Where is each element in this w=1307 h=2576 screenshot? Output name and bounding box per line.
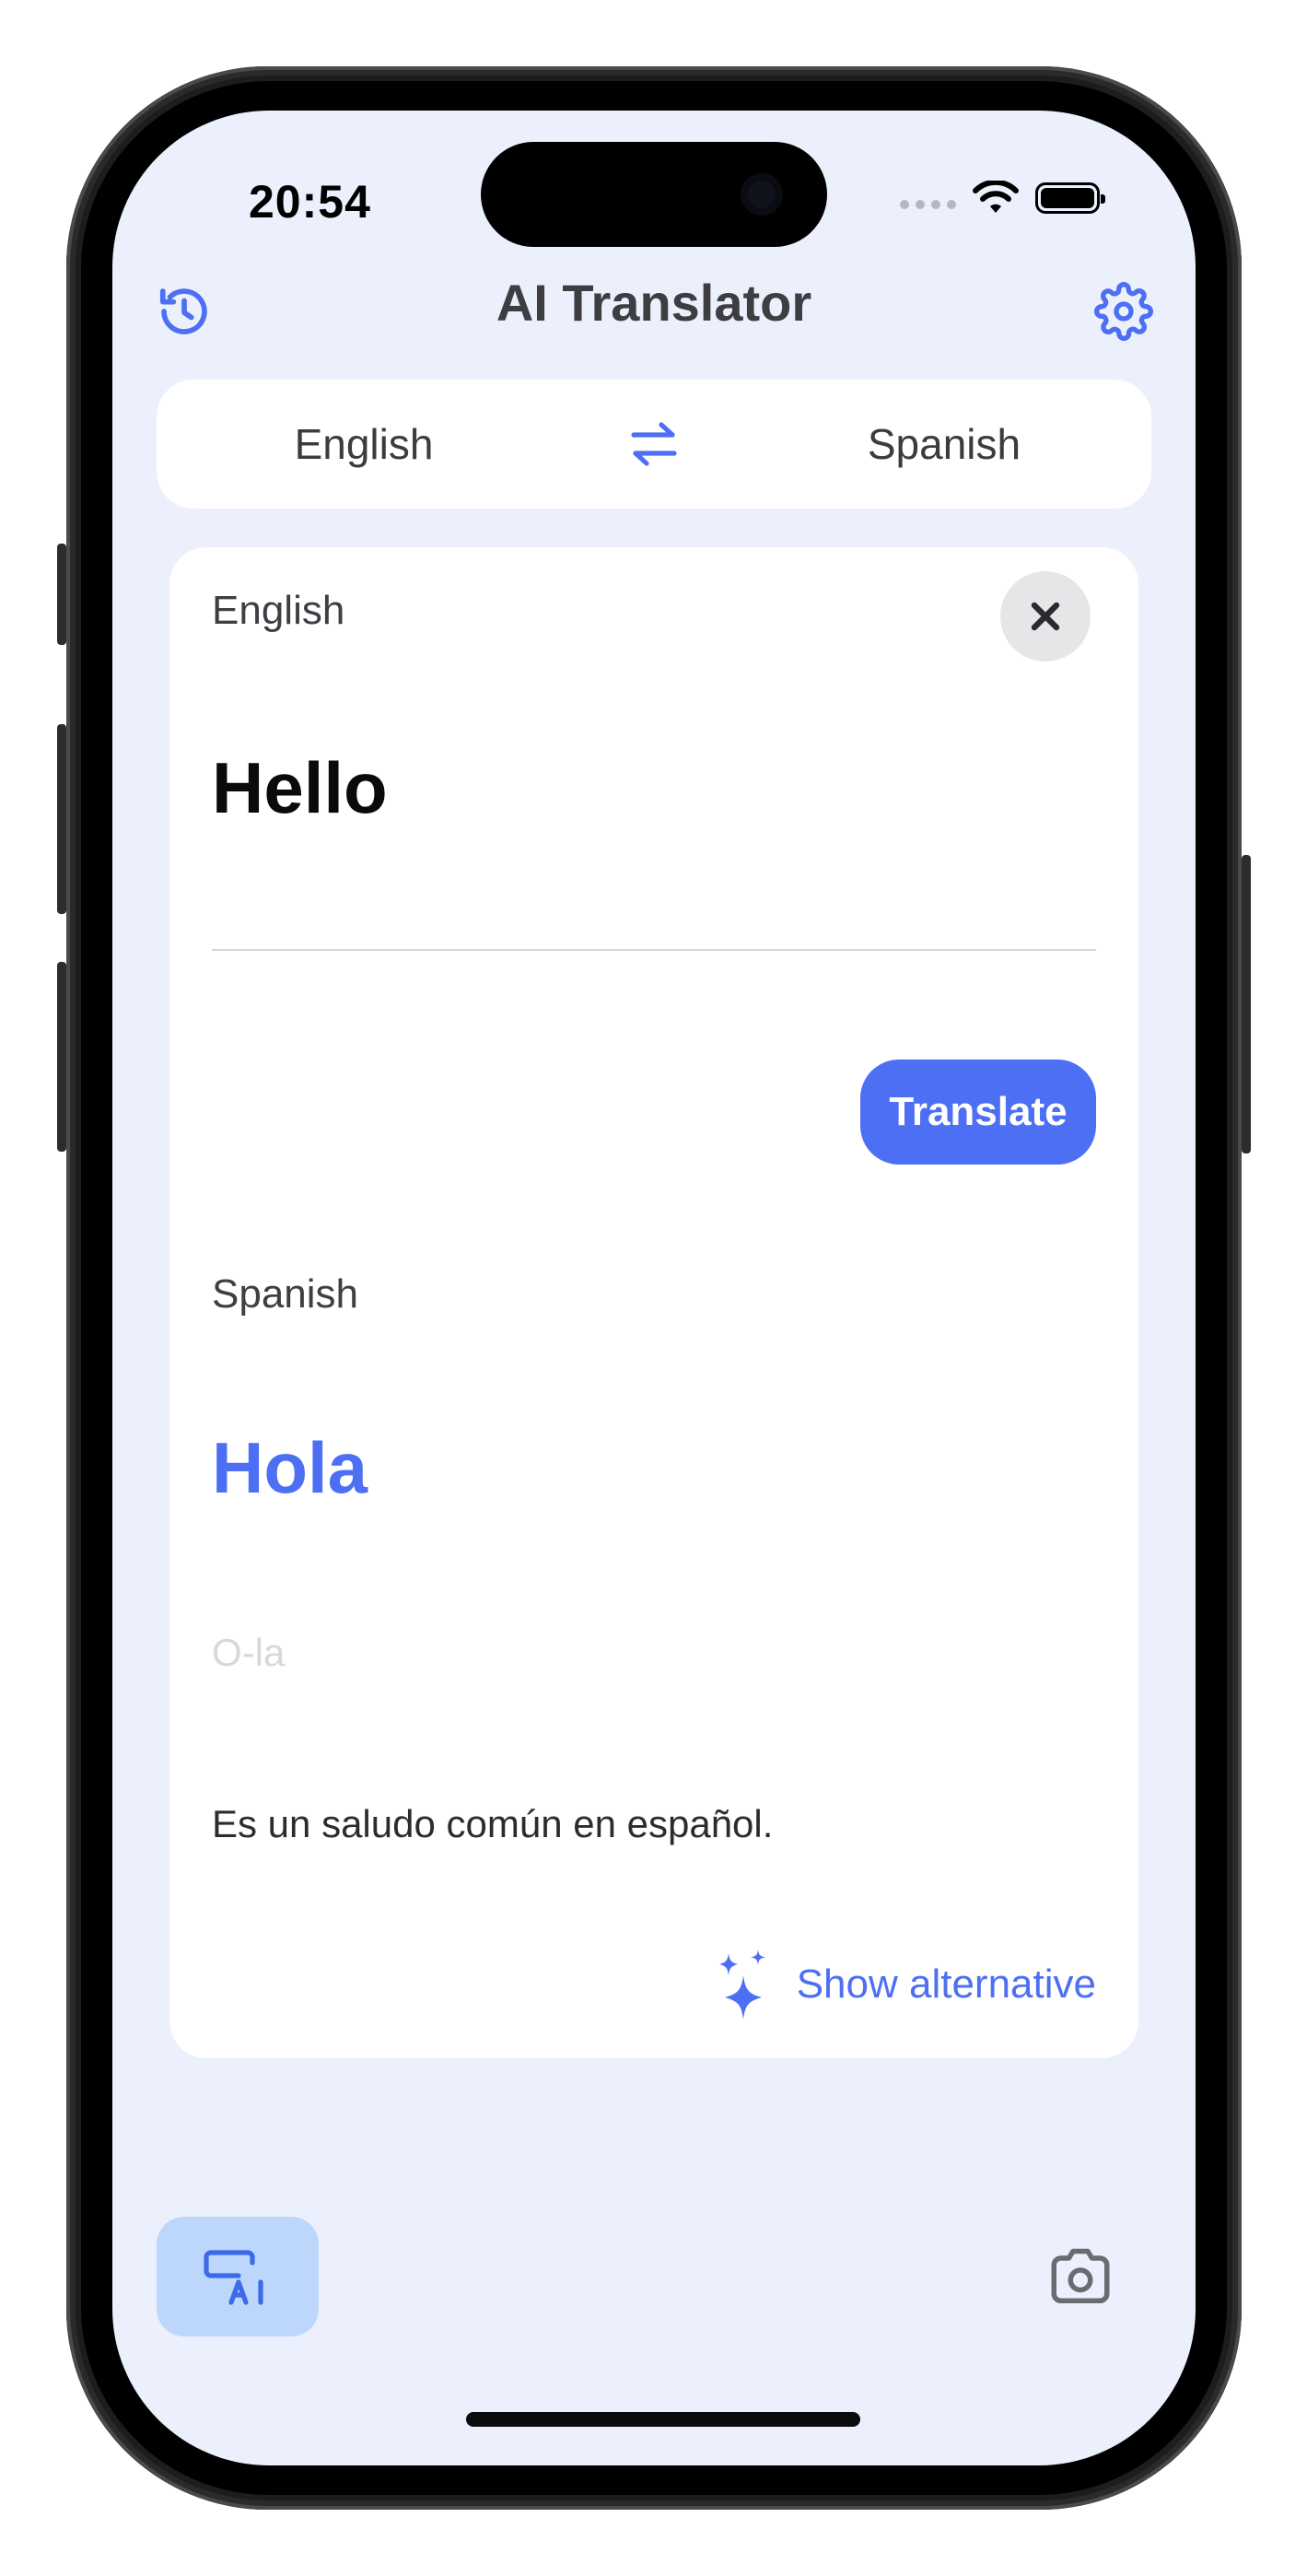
battery-icon bbox=[1035, 182, 1105, 214]
input-language-label: English bbox=[212, 588, 345, 633]
translation-explanation: Es un saludo común en español. bbox=[212, 1802, 774, 1845]
volume-down-button bbox=[57, 962, 66, 1152]
status-indicators bbox=[900, 181, 1105, 216]
status-time: 20:54 bbox=[249, 176, 371, 228]
swap-languages-button[interactable] bbox=[599, 380, 709, 509]
power-button bbox=[1242, 855, 1251, 1153]
output-language-label: Spanish bbox=[212, 1271, 359, 1317]
home-indicator[interactable] bbox=[466, 2412, 860, 2427]
target-language-button[interactable]: Spanish bbox=[792, 380, 1096, 509]
dynamic-island bbox=[481, 142, 827, 247]
sparkles-icon bbox=[718, 1950, 765, 2020]
language-selector: English Spanish bbox=[157, 380, 1151, 509]
translation-card: English Hello Translate Spanish Hola O-l… bbox=[169, 547, 1138, 2058]
volume-up-button bbox=[57, 724, 66, 914]
device-mockup: 20:54 AI Translator English Spanish Engl… bbox=[0, 0, 1307, 2576]
camera-icon bbox=[1051, 2248, 1110, 2303]
source-text-input[interactable]: Hello bbox=[212, 746, 388, 830]
input-divider bbox=[212, 949, 1096, 951]
translate-button[interactable]: Translate bbox=[860, 1060, 1096, 1165]
ai-translate-icon bbox=[204, 2250, 263, 2305]
translation-result: Hola bbox=[212, 1427, 368, 1508]
swap-arrows-icon bbox=[631, 422, 677, 466]
wifi-icon bbox=[973, 181, 1019, 213]
page-title: AI Translator bbox=[496, 274, 812, 332]
show-alternative-label: Show alternative bbox=[796, 1961, 1096, 2007]
cellular-signal-icon bbox=[900, 200, 956, 209]
source-language-button[interactable]: English bbox=[212, 380, 516, 509]
app-screen: 20:54 AI Translator English Spanish Engl… bbox=[112, 111, 1196, 2465]
gear-icon bbox=[1094, 282, 1153, 341]
front-camera bbox=[741, 173, 783, 216]
settings-button[interactable] bbox=[1091, 278, 1157, 345]
tab-camera[interactable] bbox=[1039, 2235, 1122, 2318]
clear-input-button[interactable] bbox=[1000, 571, 1091, 662]
show-alternative-button[interactable]: Show alternative bbox=[718, 1950, 1096, 2020]
pronunciation-text: O-la bbox=[212, 1631, 286, 1674]
tab-ai-translate[interactable] bbox=[157, 2217, 319, 2336]
action-button bbox=[57, 544, 66, 645]
close-icon bbox=[1031, 602, 1060, 631]
